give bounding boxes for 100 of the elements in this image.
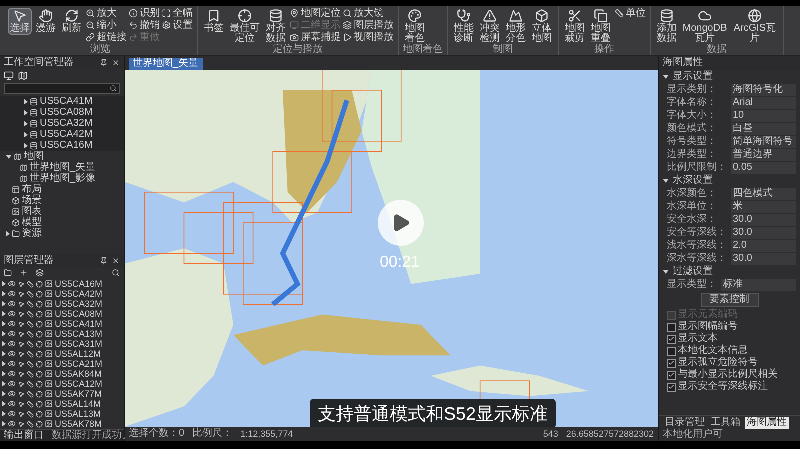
folder-icon[interactable] <box>4 269 12 277</box>
crosshair-icon[interactable] <box>36 300 43 308</box>
layers-icon[interactable] <box>36 269 44 277</box>
toolbar-button[interactable]: 对齐数据 <box>264 8 288 45</box>
field-value[interactable]: 普通边界 <box>731 149 796 161</box>
section-header[interactable]: 过滤设置 <box>663 265 796 279</box>
pin-icon[interactable] <box>100 58 108 66</box>
toolbar-button[interactable]: 地图着色 <box>403 8 427 45</box>
search-field[interactable] <box>4 83 120 94</box>
crosshair-icon[interactable] <box>36 320 43 328</box>
ruler-icon[interactable] <box>27 420 34 428</box>
eye-icon[interactable] <box>8 400 16 408</box>
close-icon[interactable] <box>112 256 120 264</box>
toolbar-small-button[interactable]: 缩小 <box>86 20 127 31</box>
checkbox[interactable] <box>667 346 676 356</box>
crosshair-icon[interactable] <box>36 380 43 388</box>
ruler-icon[interactable] <box>27 360 34 368</box>
tree-item[interactable]: 模型 <box>0 217 124 228</box>
eye-icon[interactable] <box>8 360 16 368</box>
toolbar-small-button[interactable]: 地图定位 <box>290 8 341 19</box>
toolbar-small-button[interactable]: 屏幕捕捉 <box>290 32 341 43</box>
toolbar-button[interactable]: 冲突检测 <box>478 8 502 45</box>
checkbox[interactable] <box>667 322 676 332</box>
field-value[interactable]: 白昼 <box>731 123 796 135</box>
tree-item[interactable]: US5CA41M <box>0 96 124 107</box>
layer-row[interactable]: US5CA08M <box>0 309 124 319</box>
field-value[interactable]: 2.0 <box>731 240 796 252</box>
tree-item[interactable]: 图表 <box>0 206 124 217</box>
crosshair-icon[interactable] <box>36 290 43 298</box>
eye-icon[interactable] <box>8 290 16 298</box>
ruler-icon[interactable] <box>27 340 34 348</box>
eye-icon[interactable] <box>8 300 16 308</box>
eye-icon[interactable] <box>8 310 16 318</box>
layer-row[interactable]: US5CA32M <box>0 299 124 309</box>
layer-row[interactable]: US5CA42M <box>0 289 124 299</box>
ruler-icon[interactable] <box>27 290 34 298</box>
layer-row[interactable]: US5AL12M <box>0 349 124 359</box>
eye-icon[interactable] <box>8 380 16 388</box>
pin-icon[interactable] <box>100 256 108 264</box>
ruler-icon[interactable] <box>27 410 34 418</box>
close-icon[interactable] <box>112 58 120 66</box>
toolbar-button[interactable]: 地图重叠 <box>589 8 613 45</box>
crosshair-icon[interactable] <box>36 280 43 288</box>
panel-tab[interactable]: 海图属性 <box>745 417 789 429</box>
toolbar-button[interactable]: 漫游 <box>34 8 58 35</box>
crosshair-icon[interactable] <box>36 420 43 428</box>
crosshair-icon[interactable] <box>36 310 43 318</box>
toolbar-small-button[interactable]: 超链接 <box>86 32 127 43</box>
layer-row[interactable]: US5CA31M <box>0 339 124 349</box>
tree-item[interactable]: 资源 <box>0 228 124 239</box>
crosshair-icon[interactable] <box>36 400 43 408</box>
eye-icon[interactable] <box>8 330 16 338</box>
field-value[interactable]: 四色模式 <box>731 188 796 200</box>
tree-item[interactable]: 世界地图_矢量 <box>0 162 124 173</box>
toolbar-button[interactable]: 地形分色 <box>504 8 528 45</box>
checkbox[interactable] <box>667 358 676 368</box>
feature-control-button[interactable]: 要素控制 <box>700 293 758 307</box>
toolbar-small-button[interactable]: 图层播放 <box>343 20 394 31</box>
ruler-icon[interactable] <box>27 320 34 328</box>
tree-item[interactable]: 地图 <box>0 151 124 162</box>
section-header[interactable]: 显示设置 <box>663 70 796 84</box>
crosshair-icon[interactable] <box>36 350 43 358</box>
eye-icon[interactable] <box>8 410 16 418</box>
toolbar-small-button[interactable]: 识别 <box>129 8 160 19</box>
eye-icon[interactable] <box>8 340 16 348</box>
tree-item[interactable]: US5CA32M <box>0 118 124 129</box>
toolbar-button[interactable]: 添加数据 <box>655 8 679 45</box>
layer-row[interactable]: US5CA13M <box>0 329 124 339</box>
crosshair-icon[interactable] <box>36 390 43 398</box>
toolbar-button[interactable]: 选择 <box>8 8 32 35</box>
field-value[interactable]: 30.0 <box>731 214 796 226</box>
eye-icon[interactable] <box>8 280 16 288</box>
crosshair-icon[interactable] <box>36 370 43 378</box>
eye-icon[interactable] <box>8 390 16 398</box>
crosshair-icon[interactable] <box>36 340 43 348</box>
field-value[interactable]: 30.0 <box>731 253 796 265</box>
eye-icon[interactable] <box>8 420 16 428</box>
tree-item[interactable]: US5CA42M <box>0 129 124 140</box>
toolbar-small-button[interactable]: 全幅 <box>162 8 193 19</box>
toolbar-button[interactable]: 最佳可定位 <box>228 8 262 45</box>
toolbar-button[interactable]: 地图裁剪 <box>563 8 587 45</box>
layer-row[interactable]: US5CA16M <box>0 279 124 289</box>
layer-row[interactable]: US5AK84M <box>0 369 124 379</box>
add-icon[interactable] <box>20 269 28 277</box>
ruler-icon[interactable] <box>27 370 34 378</box>
collapse-arrow-icon[interactable] <box>6 154 12 158</box>
tree-item[interactable]: 布局 <box>0 184 124 195</box>
section-header[interactable]: 水深设置 <box>663 174 796 188</box>
ruler-icon[interactable] <box>27 330 34 338</box>
eye-icon[interactable] <box>8 350 16 358</box>
checkbox[interactable] <box>667 334 676 344</box>
field-value[interactable]: 标准 <box>721 279 796 291</box>
checkbox[interactable] <box>667 382 676 392</box>
layer-row[interactable]: US5AK77M <box>0 389 124 399</box>
tree-item[interactable]: US5CA08M <box>0 107 124 118</box>
panel-tab[interactable]: 工具箱 <box>709 417 743 429</box>
toolbar-small-button[interactable]: 撤销 <box>129 20 160 31</box>
field-value[interactable]: Arial <box>731 97 796 109</box>
layer-row[interactable]: US5CA21M <box>0 359 124 369</box>
field-value[interactable]: 海图符号化 <box>731 84 796 96</box>
